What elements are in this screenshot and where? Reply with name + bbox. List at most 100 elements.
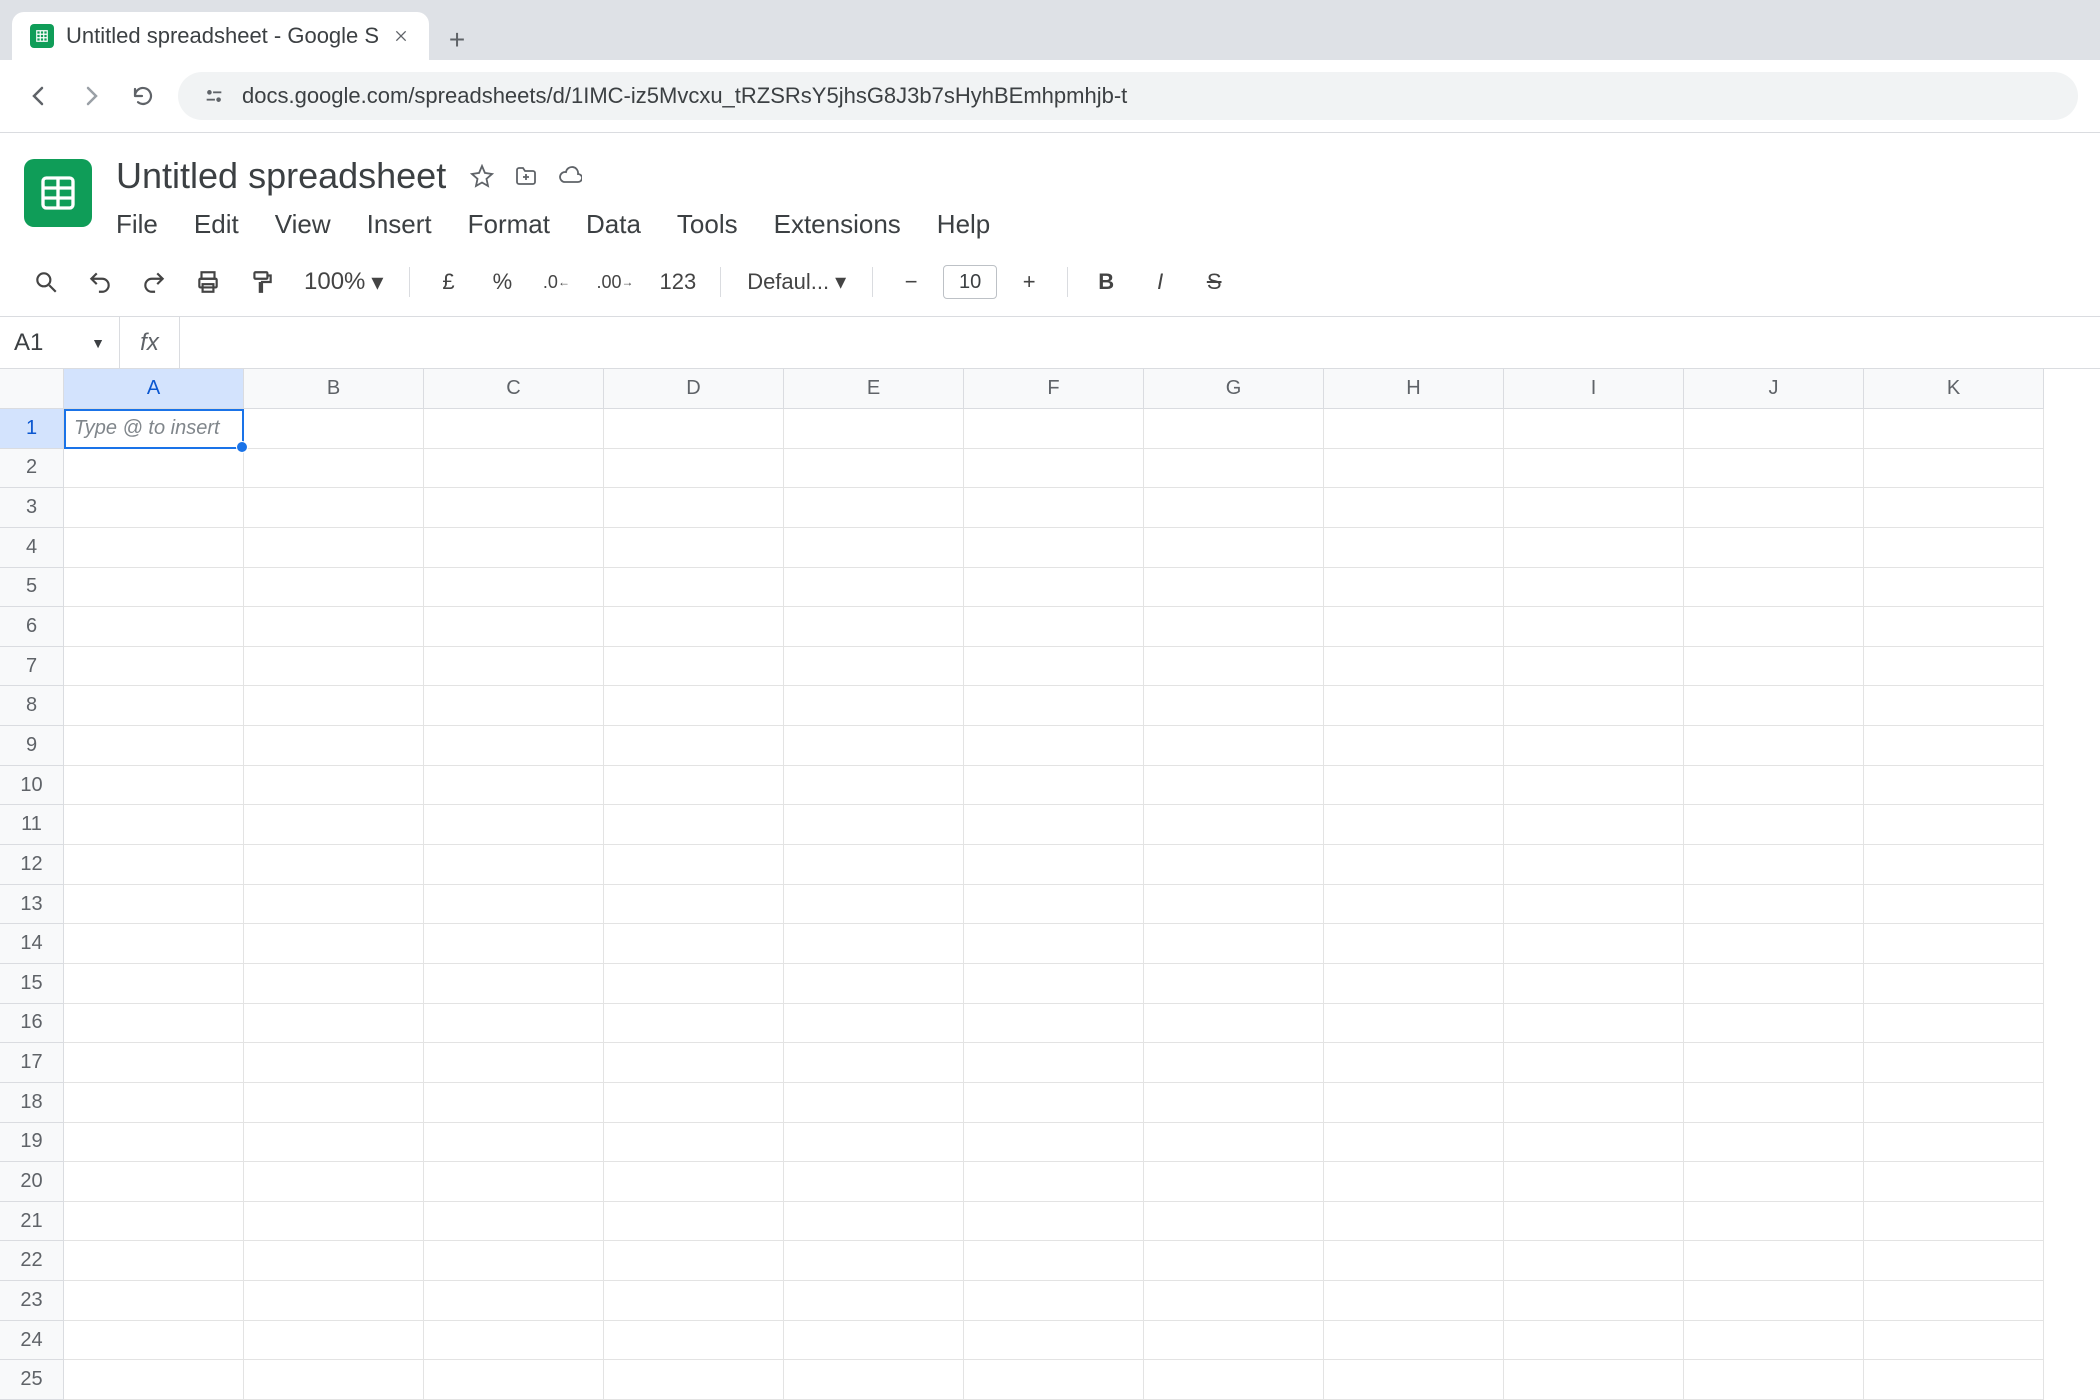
cell[interactable] [244, 805, 424, 845]
cell[interactable] [964, 568, 1144, 608]
column-header-e[interactable]: E [784, 369, 964, 409]
cell[interactable] [604, 726, 784, 766]
cell[interactable] [424, 924, 604, 964]
cell[interactable] [1684, 885, 1864, 925]
column-header-g[interactable]: G [1144, 369, 1324, 409]
cell[interactable] [964, 964, 1144, 1004]
move-to-folder-icon[interactable] [512, 162, 540, 190]
cell[interactable] [1864, 845, 2044, 885]
cell[interactable] [964, 885, 1144, 925]
cell[interactable] [1324, 1241, 1504, 1281]
cell[interactable] [1144, 1321, 1324, 1361]
cell[interactable] [604, 1281, 784, 1321]
column-header-b[interactable]: B [244, 369, 424, 409]
cell[interactable] [1144, 528, 1324, 568]
cell[interactable] [1324, 568, 1504, 608]
cell[interactable] [1864, 1360, 2044, 1400]
cell[interactable] [64, 885, 244, 925]
menu-insert[interactable]: Insert [363, 207, 436, 242]
cell[interactable] [64, 1123, 244, 1163]
cell[interactable] [1684, 1241, 1864, 1281]
column-header-f[interactable]: F [964, 369, 1144, 409]
number-format-button[interactable]: 123 [651, 260, 704, 304]
cell[interactable] [64, 528, 244, 568]
cell[interactable] [784, 1083, 964, 1123]
cell[interactable] [784, 488, 964, 528]
paint-format-button[interactable] [240, 260, 284, 304]
cell[interactable] [1684, 1281, 1864, 1321]
cell[interactable] [964, 647, 1144, 687]
cell[interactable] [1144, 647, 1324, 687]
cell[interactable] [604, 686, 784, 726]
cell[interactable] [604, 1241, 784, 1281]
cell[interactable] [784, 845, 964, 885]
cell[interactable] [1864, 488, 2044, 528]
cell[interactable] [964, 409, 1144, 449]
cell[interactable] [1864, 1162, 2044, 1202]
cell[interactable] [784, 1360, 964, 1400]
cell[interactable] [784, 568, 964, 608]
address-bar[interactable]: docs.google.com/spreadsheets/d/1IMC-iz5M… [178, 72, 2078, 120]
cell[interactable] [964, 1123, 1144, 1163]
cell[interactable] [1324, 924, 1504, 964]
increase-decimal-button[interactable]: .00→ [588, 260, 641, 304]
print-button[interactable] [186, 260, 230, 304]
cell[interactable] [1684, 528, 1864, 568]
formula-bar-input[interactable] [180, 317, 2100, 368]
cell[interactable] [424, 568, 604, 608]
cell[interactable] [244, 766, 424, 806]
cell[interactable] [1324, 607, 1504, 647]
cell[interactable] [64, 568, 244, 608]
cell[interactable] [64, 845, 244, 885]
zoom-select[interactable]: 100% ▾ [294, 260, 393, 304]
cell[interactable] [1324, 964, 1504, 1004]
cell[interactable] [424, 1004, 604, 1044]
cell[interactable] [604, 1043, 784, 1083]
currency-button[interactable]: £ [426, 260, 470, 304]
cell[interactable] [604, 568, 784, 608]
cell[interactable] [1504, 845, 1684, 885]
back-button[interactable] [22, 79, 56, 113]
undo-button[interactable] [78, 260, 122, 304]
cell[interactable] [1144, 1083, 1324, 1123]
cell[interactable] [64, 1360, 244, 1400]
cell[interactable] [1684, 805, 1864, 845]
cell[interactable] [784, 726, 964, 766]
cell[interactable] [1864, 1281, 2044, 1321]
cell[interactable] [424, 449, 604, 489]
cell[interactable] [1324, 647, 1504, 687]
cell[interactable] [1864, 964, 2044, 1004]
column-header-d[interactable]: D [604, 369, 784, 409]
cell[interactable] [1324, 726, 1504, 766]
cell[interactable] [1684, 1202, 1864, 1242]
cell[interactable] [1324, 1162, 1504, 1202]
column-header-h[interactable]: H [1324, 369, 1504, 409]
cell[interactable] [244, 1241, 424, 1281]
cell[interactable] [424, 528, 604, 568]
cell[interactable] [244, 528, 424, 568]
cell[interactable] [1144, 1123, 1324, 1163]
cell[interactable] [604, 845, 784, 885]
cell[interactable] [964, 607, 1144, 647]
cell[interactable] [64, 805, 244, 845]
cell[interactable] [424, 1162, 604, 1202]
cell[interactable] [604, 1162, 784, 1202]
cell[interactable] [1684, 409, 1864, 449]
row-header[interactable]: 13 [0, 885, 64, 925]
cell[interactable] [1684, 1043, 1864, 1083]
cell[interactable] [1144, 726, 1324, 766]
cell[interactable] [1684, 607, 1864, 647]
cell[interactable] [244, 1043, 424, 1083]
cell[interactable]: Type @ to insert [64, 409, 244, 449]
cell[interactable] [964, 449, 1144, 489]
cell[interactable] [604, 964, 784, 1004]
cell[interactable] [1864, 805, 2044, 845]
row-header[interactable]: 12 [0, 845, 64, 885]
cell[interactable] [1864, 607, 2044, 647]
cell[interactable] [604, 409, 784, 449]
row-header[interactable]: 18 [0, 1083, 64, 1123]
cell[interactable] [784, 885, 964, 925]
cell[interactable] [64, 449, 244, 489]
row-header[interactable]: 7 [0, 647, 64, 687]
font-size-increase-button[interactable]: + [1007, 260, 1051, 304]
